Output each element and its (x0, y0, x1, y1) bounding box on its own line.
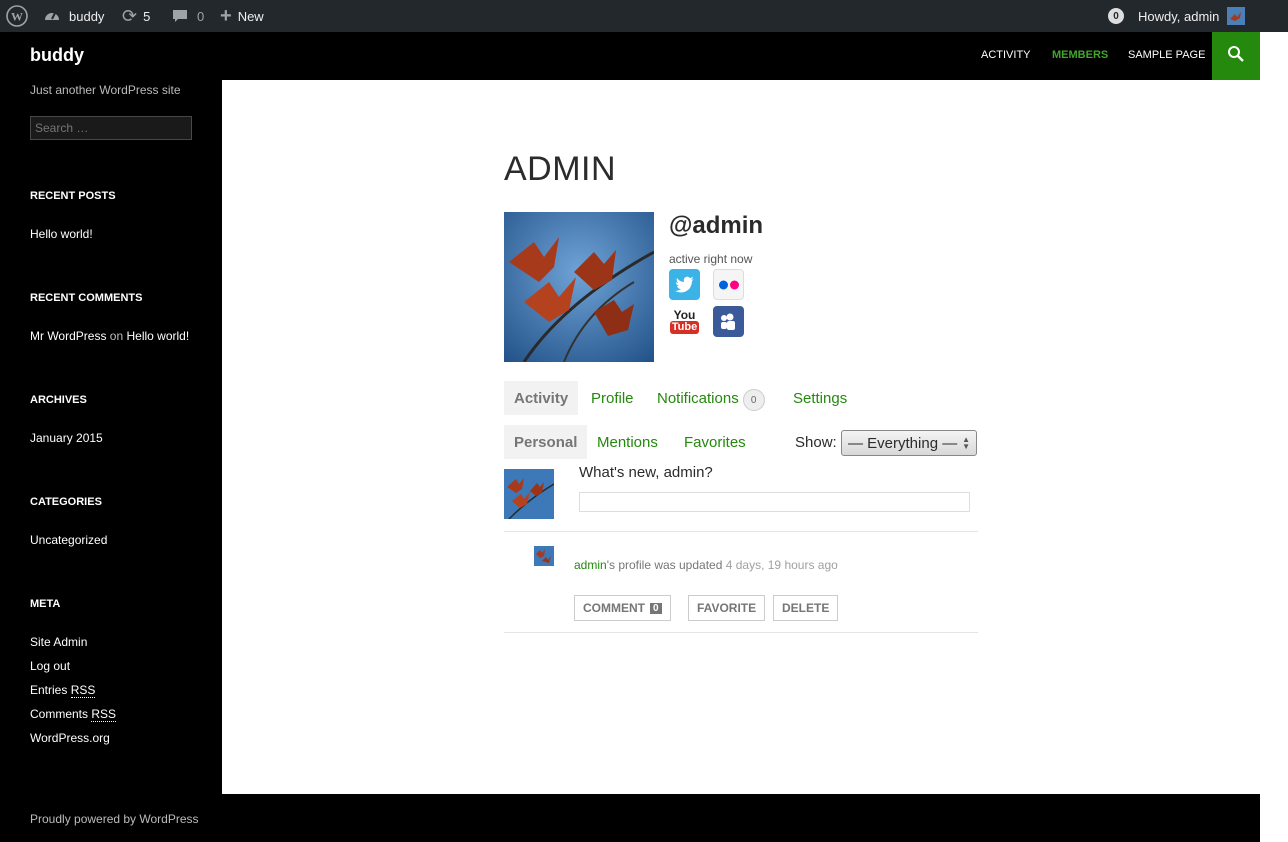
site-name: buddy (69, 8, 105, 24)
recent-post-link[interactable]: Hello world! (30, 227, 93, 241)
subtab-favorites[interactable]: Favorites (684, 425, 746, 459)
tab-activity[interactable]: Activity (504, 381, 579, 415)
comment-bubble-icon (172, 8, 188, 24)
howdy-text: Howdy, admin (1138, 8, 1220, 24)
svg-text:W: W (11, 10, 23, 24)
meta-title: META (30, 598, 61, 610)
comment-post-link[interactable]: Hello world! (127, 329, 190, 343)
entries-label: Entries (30, 683, 68, 697)
recent-posts-title: RECENT POSTS (30, 190, 116, 202)
updates-count: 5 (143, 8, 151, 24)
page-title: ADMIN (504, 150, 617, 188)
sidebar: Just another WordPress site RECENT POSTS… (0, 80, 222, 794)
site-admin-link[interactable]: Site Admin (30, 635, 87, 649)
new-label: New (237, 8, 264, 24)
divider (504, 531, 978, 532)
activity-item-text: admin's profile was updated 4 days, 19 h… (574, 558, 838, 572)
site-footer: Proudly powered by WordPress (0, 794, 1260, 842)
avatar (1227, 7, 1246, 25)
right-gutter (1260, 32, 1288, 842)
activity-avatar[interactable] (534, 546, 554, 566)
my-account-menu[interactable]: Howdy, admin (1138, 0, 1246, 32)
entries-rss-link[interactable]: Entries RSS (30, 683, 96, 698)
tab-profile[interactable]: Profile (591, 381, 634, 415)
main-content: ADMIN @admin active right now You Tube A… (222, 80, 1260, 794)
myspace-icon[interactable] (713, 306, 744, 337)
comments-menu[interactable]: 0 (172, 0, 204, 32)
notifications-badge: 0 (742, 389, 765, 411)
site-title[interactable]: buddy (30, 45, 84, 66)
category-link[interactable]: Uncategorized (30, 533, 107, 547)
updates-icon: ⟳ (122, 5, 138, 26)
site-menu[interactable]: buddy (43, 0, 104, 32)
dashboard-icon (43, 7, 61, 25)
tab-notifications[interactable]: Notifications 0 (657, 381, 765, 415)
rss-abbr: RSS (91, 707, 117, 722)
show-filter-label: Show: (795, 434, 837, 451)
categories-title: CATEGORIES (30, 496, 102, 508)
activity-filter-select[interactable]: — Everything — ▲ ▼ (841, 430, 977, 456)
recent-comments-title: RECENT COMMENTS (30, 292, 143, 304)
divider (504, 632, 978, 633)
whats-new-label: What's new, admin? (579, 464, 713, 481)
notifications-menu[interactable]: 0 (1108, 0, 1124, 32)
wordpress-org-link[interactable]: WordPress.org (30, 731, 110, 745)
activity-filter-value: — Everything — (848, 434, 958, 452)
youtube-icon[interactable]: You Tube (669, 306, 700, 337)
comment-author-link[interactable]: Mr WordPress (30, 329, 106, 343)
nav-members[interactable]: MEMBERS (1052, 49, 1108, 61)
comments-count: 0 (197, 8, 205, 24)
whats-new-textarea[interactable] (579, 492, 970, 512)
log-out-link[interactable]: Log out (30, 659, 70, 673)
activity-status: active right now (669, 252, 753, 266)
updates-menu[interactable]: ⟳ 5 (122, 0, 150, 32)
comments-label: Comments (30, 707, 89, 721)
site-tagline: Just another WordPress site (30, 83, 181, 97)
comment-count-badge: 0 (650, 602, 662, 614)
favorite-button[interactable]: FAVORITE (688, 595, 766, 621)
archive-link[interactable]: January 2015 (30, 431, 103, 445)
activity-action-text: 's profile was updated (606, 558, 723, 572)
admin-bar: W buddy ⟳ 5 0 + New 0 Howdy, admin (0, 0, 1288, 32)
flickr-icon[interactable] (713, 269, 744, 300)
rss-abbr: RSS (70, 683, 96, 698)
comment-label: COMMENT (583, 601, 645, 615)
twitter-icon[interactable] (669, 269, 700, 300)
select-arrows-icon: ▲ ▼ (962, 435, 970, 451)
nav-sample-page[interactable]: SAMPLE PAGE (1128, 49, 1205, 61)
recent-comment-item: Mr WordPress on Hello world! (30, 329, 189, 343)
archives-title: ARCHIVES (30, 394, 87, 406)
search-icon (1227, 45, 1245, 68)
comment-button[interactable]: COMMENT 0 (574, 595, 671, 621)
profile-avatar[interactable] (504, 212, 654, 362)
plus-icon: + (220, 4, 232, 27)
tab-settings[interactable]: Settings (793, 381, 847, 415)
comments-rss-link[interactable]: Comments RSS (30, 707, 117, 722)
notifications-count: 0 (1108, 8, 1124, 24)
whats-new-avatar[interactable] (504, 469, 554, 519)
activity-time-link[interactable]: 4 days, 19 hours ago (726, 558, 838, 572)
profile-username: @admin (669, 212, 764, 239)
wordpress-logo-icon[interactable]: W (6, 0, 28, 32)
delete-button[interactable]: DELETE (773, 595, 839, 621)
site-header: buddy ACTIVITY MEMBERS SAMPLE PAGE (0, 32, 1260, 80)
nav-activity[interactable]: ACTIVITY (981, 49, 1031, 61)
search-input[interactable] (30, 116, 192, 140)
activity-user-link[interactable]: admin (574, 558, 607, 572)
search-toggle-button[interactable] (1212, 32, 1260, 80)
tab-notifications-label: Notifications (657, 389, 739, 407)
subtab-mentions[interactable]: Mentions (597, 425, 658, 459)
new-content-menu[interactable]: + New (220, 0, 264, 32)
subtab-personal[interactable]: Personal (504, 425, 588, 459)
footer-credit-link[interactable]: Proudly powered by WordPress (30, 812, 199, 826)
comment-on-text: on (109, 329, 124, 343)
